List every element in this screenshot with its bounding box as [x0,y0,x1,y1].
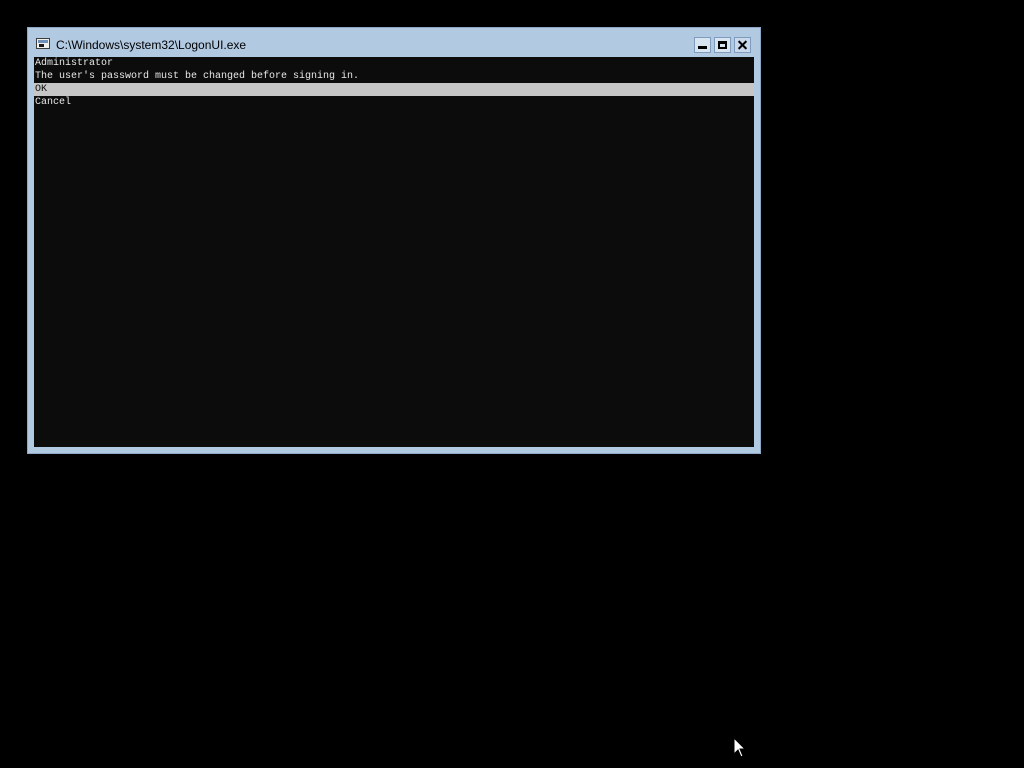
console-window-icon[interactable] [36,38,50,49]
ok-option[interactable]: OK [34,83,754,96]
maximize-button[interactable] [714,37,731,53]
minimize-button[interactable] [694,37,711,53]
username-text: Administrator [35,58,114,69]
window-title: C:\Windows\system32\LogonUI.exe [56,38,247,52]
console-area: Administrator The user's password must b… [34,57,754,447]
close-button[interactable] [734,37,751,53]
mouse-pointer-icon [733,737,747,758]
title-bar[interactable]: C:\Windows\system32\LogonUI.exe [28,28,760,58]
desktop: C:\Windows\system32\LogonUI.exe Administ… [0,0,1024,768]
logonui-window[interactable]: C:\Windows\system32\LogonUI.exe Administ… [27,27,761,454]
cancel-option[interactable]: Cancel [34,96,754,109]
password-change-message: The user's password must be changed befo… [35,71,360,82]
